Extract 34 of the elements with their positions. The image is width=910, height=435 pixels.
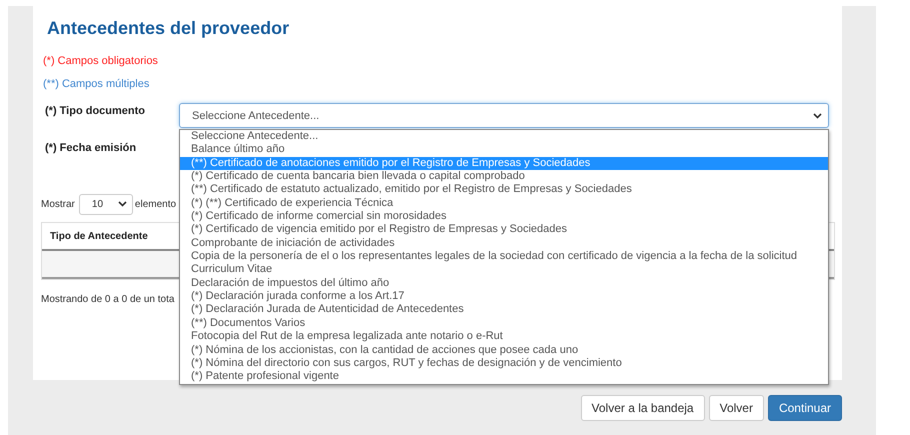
continue-button[interactable]: Continuar [768,395,842,421]
legend-text: (**) Campos múltiples [43,78,150,91]
dropdown-option[interactable]: Curriculum Vitae [180,263,828,277]
dropdown-option[interactable]: (**) Certificado de estatuto actualizado, emitido por el Registro de Empresas y Sociedades [180,183,828,197]
chevron-down-icon [118,201,127,207]
dropdown-option[interactable]: Balance último año [180,143,828,157]
entries-label: elemento [134,198,176,210]
back-button[interactable]: Volver a la bandeja [580,395,705,421]
page-size-select[interactable]: 10 [78,194,133,214]
dropdown-option[interactable]: Declaración de impuestos del último año [180,276,828,290]
back-button[interactable]: Volver [708,395,764,421]
dropdown-option[interactable]: (*) Nómina de los accionistas, con la cantidad de acciones que posee cada uno [180,344,828,357]
chevron-down-icon [813,112,822,118]
field-label: (*) Fecha emisión [44,141,138,154]
dropdown-option[interactable]: (*) Declaración jurada conforme a los Art.17 [180,290,828,304]
dropdown-option[interactable]: (*) Patente profesional vigente [180,370,828,384]
dropdown-option[interactable]: Fotocopia del Rut de la empresa legalizada ante notario o e-Rut [180,330,828,344]
dropdown-option[interactable]: Copia de la personería de el o los representantes legales de la sociedad con certificado de vigencia a la fecha de la solicitud [180,250,828,264]
dropdown-option[interactable]: (*) Certificado de vigencia emitido por el Registro de Empresas y Sociedades [180,223,828,237]
table-info: Mostrando de 0 a 0 de un tota [41,294,174,305]
dropdown-option[interactable]: (*) Certificado de informe comercial sin morosidades [180,210,828,224]
dropdown-option[interactable]: Seleccione Antecedente... [180,130,828,144]
show-label: Mostrar [41,198,75,210]
column-header: Tipo de Antecedente [50,230,148,242]
dropdown-option[interactable]: (*) Declaración Jurada de Autenticidad de Antecedentes [180,303,828,317]
dropdown-option[interactable]: (*) Nómina del directorio con sus cargos, RUT y fechas de designación y de vencimiento [180,356,828,370]
legend-text: (*) Campos obligatorios [43,55,158,68]
dropdown-option[interactable]: (**) Documentos Varios [180,316,828,330]
page-title: Antecedentes del proveedor [47,17,290,40]
dropdown-option[interactable]: (*) (**) Certificado de experiencia Técnica [180,196,828,210]
document-type-select[interactable]: Seleccione Antecedente... [179,103,829,128]
dropdown-option[interactable]: (*) Certificado de cuenta bancaria bien llevada o capital comprobado [180,170,828,184]
field-label: (*) Tipo documento [44,104,146,117]
dropdown-option[interactable]: Comprobante de iniciación de actividades [180,236,828,250]
